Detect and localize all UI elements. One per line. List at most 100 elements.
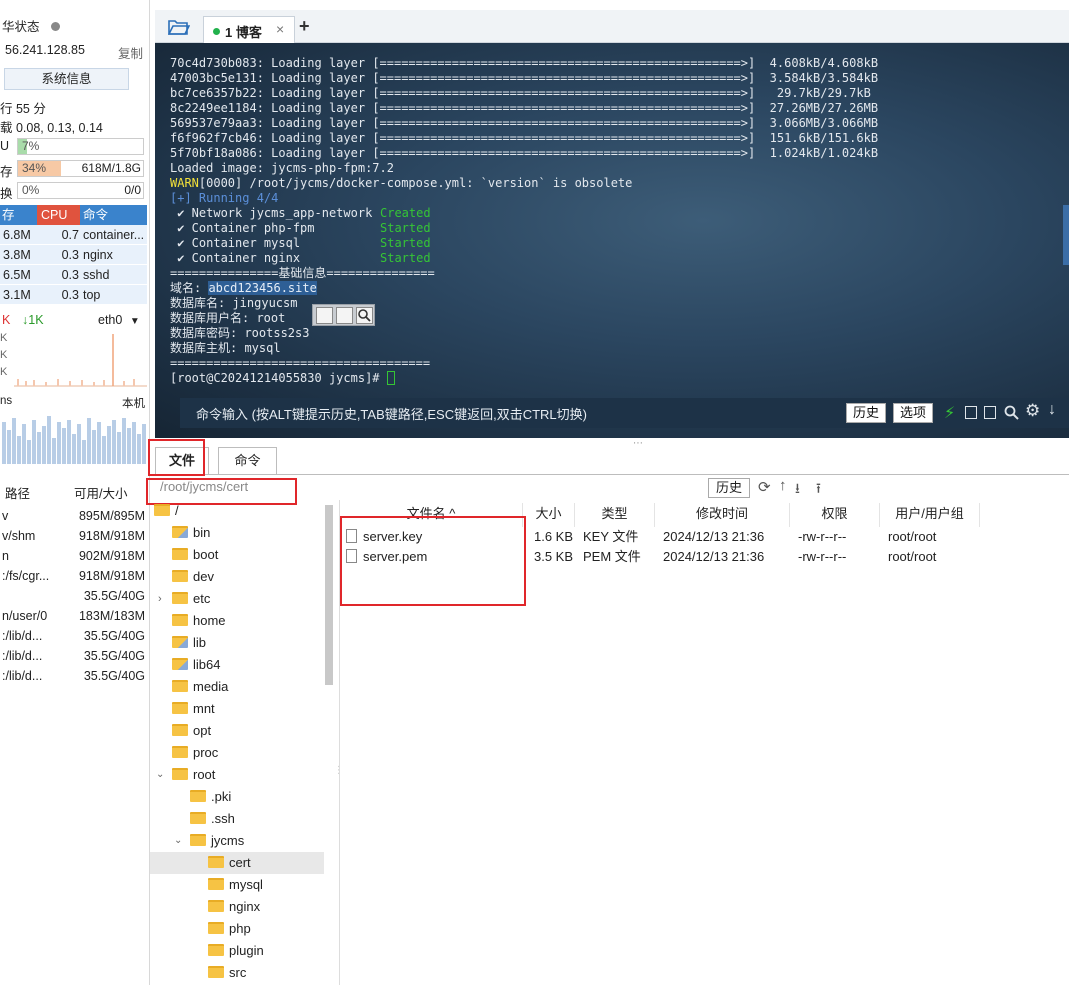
disk-row[interactable]: :/lib/d... 35.5G/40G [0, 666, 147, 686]
terminal-line: 70c4d730b083: Loading layer [===========… [170, 56, 879, 70]
process-row[interactable]: 6.5M 0.3 sshd [0, 265, 147, 285]
disk-path: :/fs/cgr... [2, 569, 50, 583]
proc-header-cmd[interactable]: 命令 [83, 205, 108, 225]
column-header[interactable]: 大小 [523, 503, 575, 527]
latency-target[interactable]: 本机 [122, 395, 145, 411]
search-icon[interactable] [1004, 405, 1020, 421]
folder-open-icon[interactable] [168, 18, 190, 36]
tree-item-src[interactable]: src [150, 962, 324, 984]
tree-item-php[interactable]: php [150, 918, 324, 940]
disk-row[interactable]: v 895M/895M [0, 506, 147, 526]
splitter-handle[interactable]: ⋯ [633, 438, 644, 449]
command-history-button[interactable]: 历史 [846, 403, 886, 423]
tree-item-opt[interactable]: opt [150, 720, 324, 742]
disk-row[interactable]: v/shm 918M/918M [0, 526, 147, 546]
download-icon[interactable]: ⭳ [795, 478, 800, 502]
copy-ip-button[interactable]: 复制 [118, 43, 143, 62]
copy-icon[interactable] [316, 307, 333, 324]
search-icon[interactable] [356, 307, 373, 324]
terminal[interactable]: 70c4d730b083: Loading layer [===========… [155, 43, 1069, 438]
disk-row[interactable]: :/fs/cgr... 918M/918M [0, 566, 147, 586]
disk-row[interactable]: n 902M/918M [0, 546, 147, 566]
net-up: K [2, 313, 11, 327]
tree-item-jycms[interactable]: ⌄ jycms [150, 830, 324, 852]
chevron-right-icon[interactable]: › [158, 588, 162, 610]
tree-item-label: home [193, 613, 226, 628]
paste-icon[interactable] [984, 406, 996, 419]
proc-mem: 3.1M [3, 288, 31, 302]
swap-percent: 0% [22, 183, 40, 197]
terminal-line: 域名: abcd123456.site [170, 281, 317, 296]
column-header[interactable]: 类型 [575, 503, 655, 527]
net-interface-select[interactable]: eth0 ▼ [98, 313, 140, 327]
disk-table-header: 路径 可用/大小 [0, 484, 147, 504]
tree-item-proc[interactable]: proc [150, 742, 324, 764]
arrow-down-icon[interactable]: ↓ [1048, 401, 1056, 419]
gear-icon[interactable]: ⚙ [1025, 401, 1040, 421]
proc-header-mem[interactable]: 存 [2, 205, 15, 225]
tab-commands[interactable]: 命令 [218, 447, 277, 475]
column-header[interactable]: 修改时间 [655, 503, 790, 527]
tree-item-label: mnt [193, 701, 215, 716]
tree-item-boot[interactable]: boot [150, 544, 324, 566]
tree-item-dev[interactable]: dev [150, 566, 324, 588]
tree-item-plugin[interactable]: plugin [150, 940, 324, 962]
disk-row[interactable]: n/user/0 183M/183M [0, 606, 147, 626]
close-icon[interactable]: × [276, 21, 284, 37]
mem-bar: 34% 618M/1.8G [17, 160, 144, 177]
chevron-down-icon[interactable]: ⌄ [156, 764, 164, 786]
tree-item-mysql[interactable]: mysql [150, 874, 324, 896]
command-options-button[interactable]: 选项 [893, 403, 933, 423]
column-header[interactable]: 权限 [790, 503, 880, 527]
command-input-hint[interactable]: 命令输入 (按ALT键提示历史,TAB键路径,ESC键返回,双击CTRL切换) [196, 404, 587, 423]
process-row[interactable]: 6.8M 0.7 container... [0, 225, 147, 245]
folder-icon [172, 636, 188, 648]
disk-row[interactable]: 35.5G/40G [0, 586, 147, 606]
process-row[interactable]: 3.1M 0.3 top [0, 285, 147, 305]
proc-mem: 6.5M [3, 268, 31, 282]
path-history-button[interactable]: 历史 [708, 478, 750, 498]
command-input-bar[interactable]: 命令输入 (按ALT键提示历史,TAB键路径,ESC键返回,双击CTRL切换) … [180, 398, 1069, 428]
tree-item-root[interactable]: ⌄ root [150, 764, 324, 786]
tree-item-nginx[interactable]: nginx [150, 896, 324, 918]
paste-icon[interactable] [336, 307, 353, 324]
layer-progress: [=======================================… [372, 86, 756, 100]
tree-item-root-dir[interactable]: / [150, 500, 324, 522]
tree-item-pki[interactable]: .pki [150, 786, 324, 808]
disk-header-avail[interactable]: 可用/大小 [74, 484, 127, 504]
column-header[interactable]: 用户/用户组 [880, 503, 980, 527]
terminal-line: ✔ Network jycms_app-network Created [170, 206, 430, 221]
system-info-button[interactable]: 系统信息 [4, 68, 129, 90]
tree-item-lib64[interactable]: lib64 [150, 654, 324, 676]
add-tab-icon[interactable]: + [299, 16, 310, 37]
disk-header-path[interactable]: 路径 [5, 484, 30, 504]
folder-icon [172, 570, 188, 582]
disk-row[interactable]: :/lib/d... 35.5G/40G [0, 646, 147, 666]
upload-icon[interactable]: ⭱ [816, 478, 821, 502]
tree-item-bin[interactable]: bin [150, 522, 324, 544]
status-dot-icon [51, 22, 60, 31]
terminal-cursor [386, 371, 395, 385]
tree-item-home[interactable]: home [150, 610, 324, 632]
chevron-down-icon[interactable]: ⌄ [174, 830, 182, 852]
proc-cpu: 0.3 [61, 248, 79, 262]
tree-item-ssh[interactable]: .ssh [150, 808, 324, 830]
tree-item-label: cert [229, 855, 251, 870]
copy-icon[interactable] [965, 406, 977, 419]
tree-item-mnt[interactable]: mnt [150, 698, 324, 720]
tab-session-1[interactable]: 1 博客 × [203, 16, 295, 44]
tree-item-etc[interactable]: › etc [150, 588, 324, 610]
proc-header-cpu[interactable]: CPU [37, 205, 80, 225]
layer-id: 8c2249ee1184 [170, 101, 257, 115]
tree-item-cert[interactable]: cert [150, 852, 324, 874]
terminal-scrollbar[interactable] [1063, 205, 1069, 265]
proc-cpu: 0.7 [61, 228, 79, 242]
refresh-icon[interactable]: ⟳ [758, 478, 771, 496]
tree-item-lib[interactable]: lib [150, 632, 324, 654]
tree-item-media[interactable]: media [150, 676, 324, 698]
disk-row[interactable]: :/lib/d... 35.5G/40G [0, 626, 147, 646]
lightning-icon[interactable]: ⚡ [944, 403, 955, 423]
parent-dir-icon[interactable]: ↑ [779, 477, 787, 494]
tree-scrollbar[interactable] [325, 505, 333, 685]
process-row[interactable]: 3.8M 0.3 nginx [0, 245, 147, 265]
